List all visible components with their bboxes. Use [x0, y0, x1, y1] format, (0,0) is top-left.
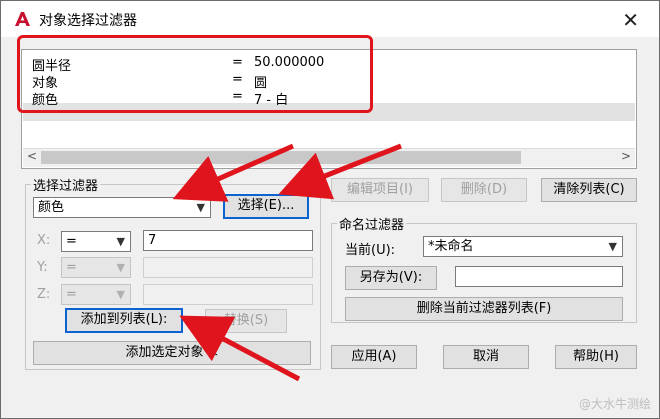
z-value-input[interactable]	[143, 284, 313, 305]
chevron-down-icon: ▼	[608, 240, 617, 253]
current-filter-value: *未命名	[428, 239, 474, 254]
edit-item-button[interactable]: 编辑项目(I)	[331, 178, 429, 202]
cancel-button[interactable]: 取消	[443, 345, 529, 369]
y-label: Y:	[37, 260, 48, 275]
chevron-down-icon: ▼	[196, 201, 205, 214]
autocad-icon	[15, 12, 30, 26]
z-operator-value: =	[66, 287, 77, 302]
named-filter-label: 命名过滤器	[337, 214, 407, 233]
help-button[interactable]: 帮助(H)	[555, 345, 637, 369]
replace-button[interactable]: 替换(S)	[205, 309, 287, 333]
dialog-title: 对象选择过滤器	[39, 13, 137, 29]
x-label: X:	[37, 233, 51, 248]
apply-button[interactable]: 应用(A)	[331, 345, 417, 369]
save-as-button[interactable]: 另存为(V):	[345, 266, 437, 290]
save-as-input[interactable]	[455, 266, 623, 287]
clear-list-button[interactable]: 清除列表(C)	[541, 178, 637, 202]
chevron-down-icon: ▼	[116, 235, 125, 248]
y-value-input[interactable]	[143, 257, 313, 278]
add-to-list-button[interactable]: 添加到列表(L):	[65, 308, 183, 333]
z-label: Z:	[37, 287, 51, 302]
x-operator-dropdown[interactable]: = ▼	[61, 231, 131, 252]
select-button[interactable]: 选择(E)...	[223, 194, 309, 219]
x-value-input[interactable]: 7	[143, 230, 313, 251]
chevron-down-icon: ▼	[116, 288, 125, 301]
select-filter-label: 选择过滤器	[31, 175, 101, 194]
scroll-right-icon[interactable]: >	[621, 149, 631, 163]
watermark: @大水牛测绘	[578, 397, 651, 411]
object-selection-filter-dialog: 对象选择过滤器 ✕ 圆半径 = 50.000000 对象 = 圆 颜色 = 7 …	[0, 0, 660, 419]
delete-current-filter-list-button[interactable]: 删除当前过滤器列表(F)	[345, 297, 623, 321]
close-icon[interactable]: ✕	[622, 8, 639, 32]
scroll-left-icon[interactable]: <	[27, 149, 37, 163]
delete-button[interactable]: 删除(D)	[441, 178, 527, 202]
horizontal-scrollbar[interactable]: < >	[23, 148, 635, 167]
scrollbar-thumb[interactable]	[41, 151, 521, 164]
chevron-down-icon: ▼	[116, 261, 125, 274]
add-selected-object-button[interactable]: 添加选定对象 <	[33, 341, 311, 365]
x-operator-value: =	[66, 234, 77, 249]
filter-type-value: 颜色	[38, 200, 65, 215]
filter-type-dropdown[interactable]: 颜色 ▼	[33, 197, 211, 218]
y-operator-value: =	[66, 260, 77, 275]
z-operator-dropdown[interactable]: = ▼	[61, 284, 131, 305]
highlight-box	[17, 35, 373, 113]
y-operator-dropdown[interactable]: = ▼	[61, 257, 131, 278]
title-bar: 对象选择过滤器 ✕	[1, 1, 659, 37]
current-filter-label: 当前(U):	[345, 243, 396, 258]
current-filter-dropdown[interactable]: *未命名 ▼	[423, 236, 623, 257]
